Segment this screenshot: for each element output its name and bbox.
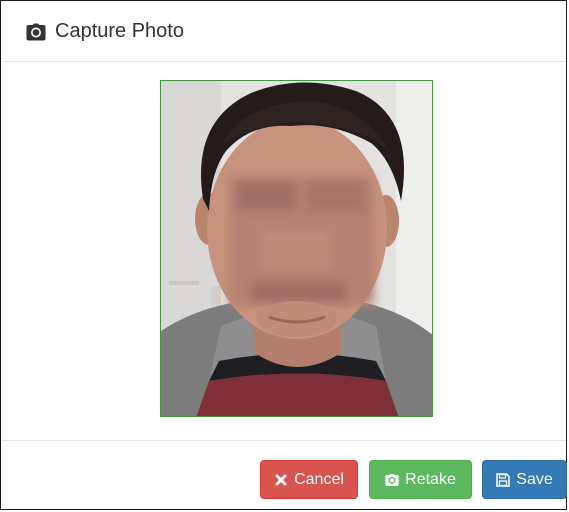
cancel-button[interactable]: Cancel [260, 460, 358, 499]
retake-button[interactable]: Retake [369, 460, 472, 499]
dialog-title: Capture Photo [55, 20, 184, 42]
cancel-button-label: Cancel [294, 470, 344, 488]
captured-photo [160, 80, 433, 417]
capture-photo-dialog: Capture Photo Cancel Retake Save [0, 0, 567, 510]
camera-icon [26, 23, 46, 41]
floppy-disk-icon [496, 472, 511, 487]
times-icon [274, 473, 288, 487]
save-button[interactable]: Save [482, 460, 567, 499]
retake-button-label: Retake [405, 470, 456, 488]
dialog-header: Capture Photo [2, 2, 566, 62]
camera-icon [385, 473, 399, 487]
save-button-label: Save [516, 470, 553, 488]
footer-divider [2, 440, 566, 441]
